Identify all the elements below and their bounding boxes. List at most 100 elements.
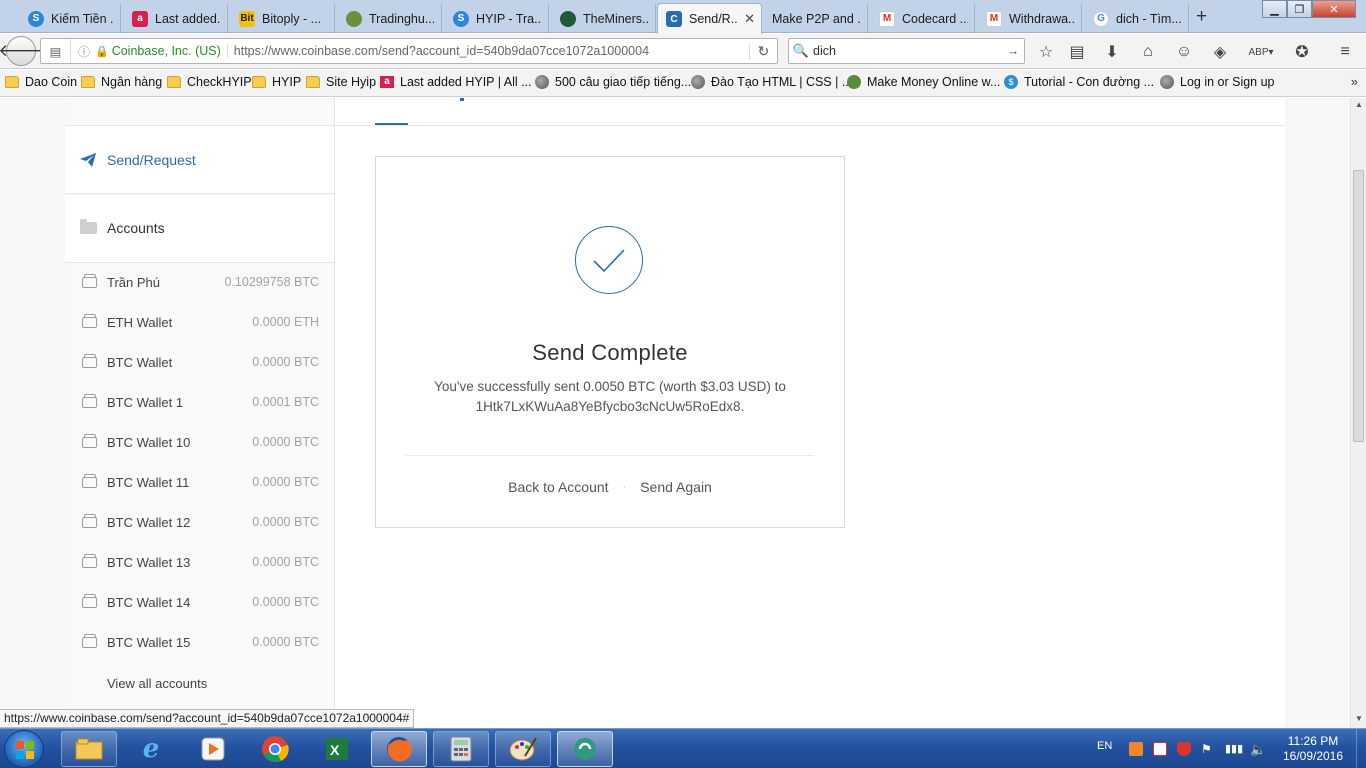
browser-tab[interactable]: Bit Bitoply - ... bbox=[231, 4, 335, 33]
bookmark-item[interactable]: 500 câu giao tiếp tiếng... bbox=[535, 75, 691, 89]
tab-label: Send/R... bbox=[689, 12, 739, 26]
taskbar-firefox[interactable] bbox=[371, 731, 427, 767]
vertical-scrollbar[interactable]: ▲ ▼ bbox=[1350, 98, 1366, 728]
account-row[interactable]: BTC Wallet 14 0.0000 BTC bbox=[65, 584, 334, 624]
address-bar[interactable]: ▤ ⓘ 🔒 Coinbase, Inc. (US) https://www.co… bbox=[40, 38, 778, 64]
account-row[interactable]: BTC Wallet 11 0.0000 BTC bbox=[65, 464, 334, 504]
account-row[interactable]: BTC Wallet 10 0.0000 BTC bbox=[65, 424, 334, 464]
account-row[interactable]: BTC Wallet 15 0.0000 BTC bbox=[65, 624, 334, 664]
taskbar-excel[interactable]: X bbox=[309, 731, 365, 767]
account-row[interactable]: ETH Wallet 0.0000 ETH bbox=[65, 304, 334, 344]
close-tab-icon[interactable]: ✕ bbox=[738, 11, 755, 27]
bookmark-item[interactable]: a Last added HYIP | All ... bbox=[380, 75, 532, 89]
avast-icon[interactable] bbox=[1129, 742, 1143, 756]
account-row[interactable]: BTC Wallet 0.0000 BTC bbox=[65, 344, 334, 384]
browser-tab[interactable]: Tradinghu... bbox=[338, 4, 442, 33]
account-row[interactable]: BTC Wallet 13 0.0000 BTC bbox=[65, 544, 334, 584]
a-letter-icon: a bbox=[380, 76, 394, 88]
search-go-icon[interactable]: → bbox=[1002, 44, 1024, 58]
browser-tab[interactable]: TheMiners... bbox=[552, 4, 656, 33]
taskbar-explorer[interactable] bbox=[61, 731, 117, 767]
firefox-icon bbox=[387, 737, 412, 762]
sidebar-item-send-request[interactable]: Send/Request bbox=[65, 126, 334, 194]
account-row[interactable]: Trần Phú 0.10299758 BTC bbox=[65, 264, 334, 304]
home-icon[interactable]: ⌂ bbox=[1137, 41, 1159, 63]
bookmark-item[interactable]: Make Money Online w... bbox=[847, 75, 1000, 89]
star-bookmark-icon[interactable]: ☆ bbox=[1035, 41, 1057, 63]
browser-tab[interactable]: Make P2P and ... bbox=[764, 4, 868, 33]
maximize-button[interactable]: ❐ bbox=[1287, 0, 1312, 18]
browser-tab[interactable]: M Codecard ... bbox=[871, 4, 975, 33]
back-button[interactable]: 🡐 bbox=[0, 36, 44, 66]
browser-tab[interactable]: M Withdrawa... bbox=[978, 4, 1082, 33]
new-tab-button[interactable]: + bbox=[1196, 6, 1207, 28]
site-identity[interactable]: Coinbase, Inc. (US) bbox=[112, 44, 221, 58]
back-to-account-link[interactable]: Back to Account bbox=[508, 479, 608, 495]
account-balance: 0.0000 BTC bbox=[252, 595, 319, 609]
shield-icon[interactable] bbox=[1177, 742, 1191, 756]
close-window-button[interactable]: ✕ bbox=[1312, 0, 1356, 18]
bookmark-item[interactable]: Log in or Sign up bbox=[1160, 75, 1275, 89]
flag-icon[interactable]: ⚑ bbox=[1201, 742, 1215, 756]
account-name: ETH Wallet bbox=[107, 315, 173, 330]
language-indicator[interactable]: EN bbox=[1097, 740, 1112, 752]
system-clock[interactable]: 11:26 PM 16/09/2016 bbox=[1276, 734, 1350, 764]
pocket-icon[interactable]: ◈ bbox=[1209, 41, 1231, 63]
taskbar-ie[interactable]: e bbox=[123, 731, 179, 767]
browser-tab-active[interactable]: C Send/R... ✕ bbox=[657, 3, 762, 34]
adblock-icon[interactable]: ABP▾ bbox=[1245, 41, 1277, 63]
bookmark-label: Dao Coin bbox=[25, 75, 78, 89]
search-input[interactable]: dich bbox=[813, 44, 836, 58]
menu-icon[interactable]: ≡ bbox=[1334, 41, 1356, 63]
bookmark-item[interactable]: Đào Tạo HTML | CSS | ... bbox=[691, 75, 852, 89]
reload-icon[interactable]: ↻ bbox=[749, 42, 777, 60]
browser-tab[interactable]: S HYIP - Tra... bbox=[445, 4, 549, 33]
bookmark-item[interactable]: Site Hyip bbox=[306, 75, 376, 89]
taskbar-paint[interactable] bbox=[495, 731, 551, 767]
taskbar-media-player[interactable] bbox=[185, 731, 241, 767]
volume-icon[interactable]: 🔈 bbox=[1250, 742, 1266, 757]
extension-icon[interactable]: ✪ bbox=[1291, 41, 1313, 63]
chat-icon[interactable]: ☺ bbox=[1173, 41, 1195, 63]
browser-tab[interactable]: G dich - Tìm... bbox=[1085, 4, 1189, 33]
tab-label: Tradinghu... bbox=[369, 11, 435, 26]
network-icon[interactable]: ▮▮▮ bbox=[1225, 742, 1243, 756]
info-icon[interactable]: ⓘ bbox=[75, 43, 93, 60]
taskbar-chrome[interactable] bbox=[247, 731, 303, 767]
wallet-icon bbox=[82, 434, 97, 448]
taskbar-vpn[interactable] bbox=[557, 731, 613, 767]
vivaldi-icon[interactable] bbox=[1153, 742, 1167, 756]
browser-tab[interactable]: S Kiếm Tiền ... bbox=[20, 4, 121, 33]
sidebar-item-accounts[interactable]: Accounts bbox=[65, 195, 334, 263]
bookmark-item[interactable]: HYIP bbox=[252, 75, 301, 89]
bookmark-label: Make Money Online w... bbox=[867, 75, 1001, 89]
scroll-up-icon[interactable]: ▲ bbox=[1351, 100, 1366, 109]
browser-tab[interactable]: a Last added... bbox=[124, 4, 228, 33]
bookmarks-overflow-button[interactable]: » bbox=[1351, 74, 1358, 89]
account-row[interactable]: BTC Wallet 1 0.0001 BTC bbox=[65, 384, 334, 424]
account-row[interactable]: BTC Wallet 12 0.0000 BTC bbox=[65, 504, 334, 544]
reading-list-icon[interactable]: ▤ bbox=[1066, 41, 1088, 63]
browser-tab-strip: S Kiếm Tiền ... a Last added... Bit Bito… bbox=[0, 0, 1366, 34]
windows-logo-icon bbox=[16, 741, 34, 759]
gmail-icon: M bbox=[986, 10, 1002, 27]
start-button[interactable] bbox=[4, 730, 44, 768]
downloads-icon[interactable]: ⬇ bbox=[1101, 41, 1123, 63]
send-again-link[interactable]: Send Again bbox=[640, 479, 712, 495]
scroll-down-icon[interactable]: ▼ bbox=[1351, 714, 1366, 723]
search-field[interactable]: 🔍 dich → bbox=[788, 38, 1025, 64]
scrollbar-thumb[interactable] bbox=[1353, 170, 1364, 442]
bookmark-item[interactable]: $ Tutorial - Con đường ... bbox=[1004, 75, 1154, 89]
bookmark-item[interactable]: Ngân hàng bbox=[81, 75, 162, 89]
view-all-accounts-link[interactable]: View all accounts bbox=[107, 676, 207, 691]
globe-icon bbox=[535, 75, 549, 89]
library-icon[interactable]: ▤ bbox=[41, 39, 71, 63]
dollar-icon: $ bbox=[1004, 75, 1018, 89]
url-text[interactable]: https://www.coinbase.com/send?account_id… bbox=[226, 44, 649, 58]
taskbar-calculator[interactable] bbox=[433, 731, 489, 767]
bookmark-item[interactable]: CheckHYIP bbox=[167, 75, 252, 89]
bookmark-item[interactable]: Dao Coin bbox=[5, 75, 77, 89]
show-desktop-button[interactable] bbox=[1356, 729, 1366, 768]
minimize-button[interactable]: ▁ bbox=[1262, 0, 1287, 18]
account-balance: 0.10299758 BTC bbox=[224, 275, 319, 289]
